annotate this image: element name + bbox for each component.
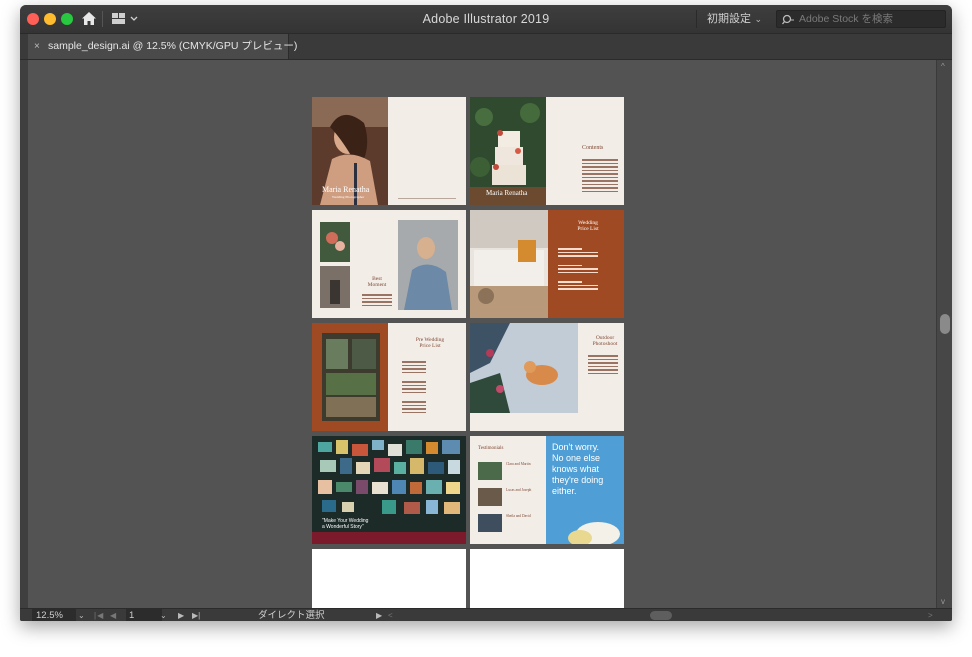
testimonial-name-3: Sheila and David [506, 514, 531, 518]
artboard-spread-4[interactable]: "Make Your Wedding a Wonderful Story" Te… [312, 436, 624, 544]
artboard-3[interactable]: Best Moment [312, 210, 466, 318]
zoom-field[interactable]: 12.5% [32, 609, 76, 621]
horizontal-scroll-thumb[interactable] [650, 611, 672, 620]
quote-line: knows what [552, 464, 600, 474]
search-input[interactable] [799, 11, 939, 27]
contents-heading: Contents [582, 145, 604, 151]
quote-block: Don't worry. No one else knows what they… [552, 442, 603, 497]
chevron-down-icon: ⌄ [754, 14, 762, 24]
artboard-2[interactable]: Maria Renatha Contents [470, 97, 624, 205]
quote-line: No one else [552, 453, 601, 463]
footer-rule [398, 198, 456, 199]
contents-list [582, 157, 618, 194]
stock-search[interactable] [776, 10, 946, 28]
quote-line-2: a Wonderful Story" [322, 524, 364, 530]
document-tab-title: sample_design.ai @ 12.5% (CMYK/GPU プレビュー… [48, 40, 298, 52]
artboard-spread-2[interactable]: Best Moment Wedding Price List [312, 210, 624, 318]
canvas[interactable]: Maria Renatha Wedding Photographer Maria… [28, 60, 936, 608]
document-tab-bar: × sample_design.ai @ 12.5% (CMYK/GPU プレビ… [20, 34, 952, 60]
artboard-spread-3[interactable]: Pre Wedding Price List Outdoor Photoshoo… [312, 323, 624, 431]
quote-line: they're doing [552, 475, 604, 485]
artboard-10[interactable] [470, 549, 624, 608]
illustrator-window: Adobe Illustrator 2019 初期設定 ⌄ × sample_d… [20, 5, 952, 621]
heading-line-2: Photoshoot [592, 341, 618, 347]
status-menu-icon[interactable]: ▶ [376, 609, 382, 621]
artboard-spread-5[interactable] [312, 549, 624, 608]
testimonial-name-2: Lucas and Joseph [506, 488, 532, 492]
artboard-spread-1[interactable]: Maria Renatha Wedding Photographer Maria… [312, 97, 624, 205]
vertical-scrollbar[interactable]: ^ v [936, 60, 952, 608]
artboard-1[interactable]: Maria Renatha Wedding Photographer [312, 97, 466, 205]
last-artboard-icon[interactable]: ▶| [192, 609, 200, 621]
scroll-down-icon[interactable]: v [941, 597, 945, 606]
cover-name: Maria Renatha [322, 185, 370, 194]
heading-line-2: Moment [367, 282, 387, 288]
left-edge-strip [20, 60, 28, 608]
scroll-right-icon[interactable]: > [928, 609, 933, 621]
quote-line: Don't worry. [552, 442, 600, 452]
status-bar: 12.5% ⌄ |◀ ◀ 1 ⌄ ▶ ▶| ダイレクト選択 ▶ < > [20, 608, 952, 621]
document-tab[interactable]: × sample_design.ai @ 12.5% (CMYK/GPU プレビ… [28, 34, 297, 59]
cover-subtitle: Wedding Photographer [332, 195, 365, 199]
zoom-dropdown-icon[interactable]: ⌄ [78, 609, 85, 621]
quote-line: either. [552, 486, 577, 496]
artboard-dropdown-icon[interactable]: ⌄ [160, 609, 167, 621]
workspace-label: 初期設定 [707, 13, 751, 25]
artboard-9[interactable] [312, 549, 466, 608]
spread-name: Maria Renatha [486, 189, 528, 197]
body-text [588, 353, 618, 376]
price-list [558, 242, 614, 292]
artboard-6[interactable]: Outdoor Photoshoot [470, 323, 624, 431]
artboard-number-field[interactable]: 1 [126, 609, 162, 621]
artboard-5[interactable]: Pre Wedding Price List [312, 323, 466, 431]
first-artboard-icon[interactable]: |◀ [94, 609, 104, 621]
current-tool-label: ダイレクト選択 [258, 610, 325, 621]
scroll-thumb[interactable] [940, 314, 950, 334]
pre-wedding-heading: Pre Wedding Price List [404, 337, 456, 349]
artboard-8[interactable]: Testimonials Clara and Martin Lucas and … [470, 436, 624, 544]
best-moment-heading: Best Moment [360, 276, 394, 288]
testimonial-name-1: Clara and Martin [506, 462, 531, 466]
heading-line-2: Price List [419, 343, 441, 349]
title-bar: Adobe Illustrator 2019 初期設定 ⌄ [20, 5, 952, 34]
close-tab-icon[interactable]: × [34, 34, 40, 59]
next-artboard-icon[interactable]: ▶ [178, 609, 184, 621]
price-list [402, 359, 426, 415]
search-icon [782, 14, 794, 25]
artboard-4[interactable]: Wedding Price List [470, 210, 624, 318]
outdoor-heading: Outdoor Photoshoot [588, 335, 622, 347]
wedding-price-heading: Wedding Price List [566, 220, 610, 232]
heading-line-2: Price List [577, 226, 599, 232]
quote-text: "Make Your Wedding a Wonderful Story" [322, 518, 368, 530]
scroll-left-icon[interactable]: < [388, 609, 393, 621]
workspace-switcher[interactable]: 初期設定 ⌄ [696, 10, 766, 28]
artboard-7[interactable]: "Make Your Wedding a Wonderful Story" [312, 436, 466, 544]
body-text [362, 292, 392, 308]
previous-artboard-icon[interactable]: ◀ [110, 609, 117, 621]
scroll-up-icon[interactable]: ^ [941, 62, 945, 71]
